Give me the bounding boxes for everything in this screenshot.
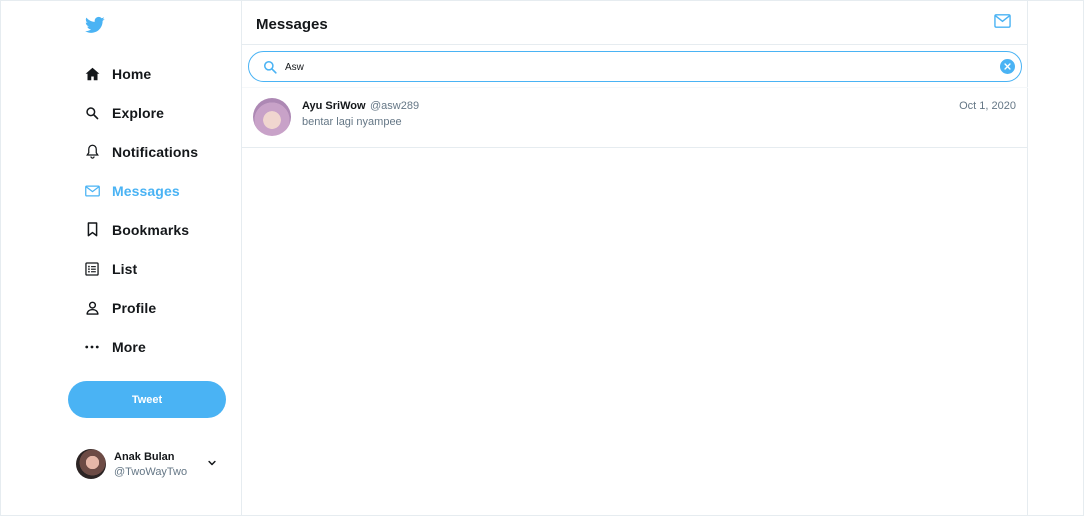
sidebar: Home Explore Notifications Messages Book…: [0, 0, 242, 516]
nav-label: Profile: [112, 299, 157, 316]
messages-panel: Messages Ayu SriWow @asw289 Oct 1, 2020 …: [242, 0, 1028, 516]
conversation-handle: @asw289: [370, 100, 420, 112]
list-icon: [84, 261, 100, 277]
main-nav: Home Explore Notifications Messages Book…: [84, 54, 198, 366]
conversation-date: Oct 1, 2020: [959, 100, 1016, 112]
twitter-bird-icon[interactable]: [84, 15, 106, 35]
nav-item-explore[interactable]: Explore: [84, 93, 198, 132]
conversation-result[interactable]: Ayu SriWow @asw289 Oct 1, 2020 bentar la…: [242, 88, 1028, 148]
account-names: Anak Bulan @TwoWayTwo: [114, 451, 187, 478]
search-icon: [84, 105, 100, 121]
nav-label: More: [112, 338, 146, 355]
nav-item-messages[interactable]: Messages: [84, 171, 198, 210]
account-switcher[interactable]: Anak Bulan @TwoWayTwo: [76, 449, 226, 479]
bell-icon: [84, 144, 100, 160]
nav-item-more[interactable]: More: [84, 327, 198, 366]
clear-search-button[interactable]: [1000, 59, 1015, 74]
nav-label: Messages: [112, 182, 180, 199]
home-icon: [84, 66, 100, 82]
nav-label: Home: [112, 65, 152, 82]
new-message-envelope-icon[interactable]: [994, 14, 1011, 28]
tweet-button[interactable]: Tweet: [68, 381, 226, 418]
nav-label: Bookmarks: [112, 221, 190, 238]
nav-item-profile[interactable]: Profile: [84, 288, 198, 327]
nav-item-home[interactable]: Home: [84, 54, 198, 93]
more-dots-icon: [84, 339, 100, 355]
avatar: [253, 98, 291, 136]
search-input[interactable]: [285, 58, 985, 76]
account-display-name: Anak Bulan: [114, 450, 175, 463]
search-icon: [263, 60, 277, 74]
search-bar: [248, 51, 1022, 82]
nav-label: List: [112, 260, 138, 277]
envelope-icon: [84, 183, 100, 199]
nav-item-notifications[interactable]: Notifications: [84, 132, 198, 171]
account-handle: @TwoWayTwo: [114, 465, 188, 478]
nav-item-bookmarks[interactable]: Bookmarks: [84, 210, 198, 249]
conversation-name: Ayu SriWow: [302, 100, 366, 112]
nav-label: Explore: [112, 104, 165, 121]
avatar: [76, 449, 106, 479]
page-title: Messages: [256, 16, 328, 33]
chevron-down-icon: [208, 460, 216, 466]
nav-item-list[interactable]: List: [84, 249, 198, 288]
nav-label: Notifications: [112, 143, 199, 160]
bookmark-icon: [84, 222, 100, 238]
person-icon: [84, 300, 100, 316]
conversation-preview: bentar lagi nyampee: [302, 116, 402, 128]
close-icon: [1004, 63, 1011, 70]
messages-header: Messages: [242, 0, 1028, 45]
